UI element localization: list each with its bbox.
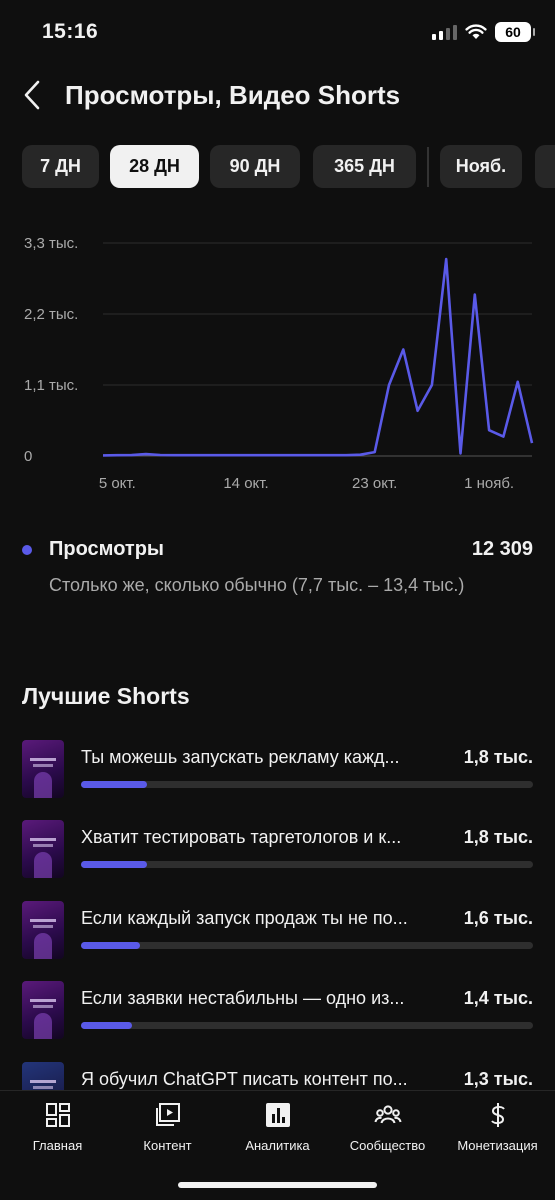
short-item[interactable]: Хватит тестировать таргетологов и к... 1… bbox=[0, 818, 555, 888]
short-title: Хватит тестировать таргетологов и к... bbox=[81, 827, 402, 847]
short-title: Если каждый запуск продаж ты не по... bbox=[81, 908, 408, 928]
section-title: Лучшие Shorts bbox=[22, 683, 190, 709]
views-chart: 3,3 тыс. 2,2 тыс. 1,1 тыс. 0 5 окт. 14 о… bbox=[0, 225, 555, 500]
chip-7-days[interactable]: 7 ДН bbox=[22, 145, 99, 188]
signal-icon bbox=[432, 24, 457, 40]
short-item[interactable]: Если каждый запуск продаж ты не по... 1,… bbox=[0, 899, 555, 969]
short-title: Если заявки нестабильны — одно из... bbox=[81, 988, 405, 1008]
page-title: Просмотры, Видео Shorts bbox=[65, 80, 401, 110]
nav-label: Монетизация bbox=[457, 1138, 538, 1153]
legend-dot bbox=[22, 545, 32, 555]
short-title: Ты можешь запускать рекламу кажд... bbox=[81, 747, 400, 767]
top-shorts-list: Ты можешь запускать рекламу кажд... 1,8 … bbox=[0, 738, 555, 1090]
x-tick-label: 1 нояб. bbox=[464, 475, 515, 492]
progress-track bbox=[81, 781, 533, 788]
chip-90-days[interactable]: 90 ДН bbox=[210, 145, 300, 188]
analytics-icon bbox=[265, 1103, 290, 1127]
short-item[interactable]: Я обучил ChatGPT писать контент по... 1,… bbox=[0, 1060, 555, 1090]
metric-name: Просмотры bbox=[49, 538, 165, 560]
screen: 15:16 60 Просмотры, Видео Shorts 7 ДН 28… bbox=[0, 0, 555, 1200]
nav-label: Главная bbox=[32, 1138, 83, 1153]
short-thumbnail bbox=[22, 820, 64, 878]
chip-28-days[interactable]: 28 ДН bbox=[110, 145, 199, 188]
metric-note: Столько же, сколько обычно (7,7 тыс. – 1… bbox=[49, 575, 465, 595]
chip-divider bbox=[427, 147, 429, 187]
short-thumbnail bbox=[22, 740, 64, 798]
short-item[interactable]: Ты можешь запускать рекламу кажд... 1,8 … bbox=[0, 738, 555, 808]
chip-365-days[interactable]: 365 ДН bbox=[313, 145, 416, 188]
progress-fill bbox=[81, 1022, 133, 1029]
series-line bbox=[102, 257, 534, 457]
short-thumbnail bbox=[22, 901, 64, 959]
short-views: 1,3 тыс. bbox=[463, 1069, 533, 1089]
chip-more[interactable] bbox=[535, 145, 555, 188]
nav-label: Сообщество bbox=[349, 1138, 426, 1153]
back-arrow-icon[interactable] bbox=[18, 78, 48, 112]
nav-item-community[interactable]: Сообщество bbox=[332, 1101, 443, 1153]
nav-item-monetization[interactable]: Монетизация bbox=[442, 1101, 553, 1153]
community-icon bbox=[374, 1105, 401, 1124]
progress-track bbox=[81, 1022, 533, 1029]
battery-icon: 60 bbox=[495, 22, 535, 42]
dollar-icon bbox=[490, 1103, 505, 1127]
progress-track bbox=[81, 942, 533, 949]
x-tick-label: 14 окт. bbox=[223, 475, 269, 492]
progress-track bbox=[81, 861, 533, 868]
progress-fill bbox=[81, 942, 140, 949]
content-icon bbox=[155, 1103, 180, 1126]
nav-item-analytics[interactable]: Аналитика bbox=[222, 1101, 333, 1153]
short-item[interactable]: Если заявки нестабильны — одно из... 1,4… bbox=[0, 979, 555, 1049]
short-views: 1,6 тыс. bbox=[463, 908, 533, 928]
status-time: 15:16 bbox=[42, 20, 99, 43]
short-thumbnail bbox=[22, 1062, 64, 1090]
metric-value: 12 309 bbox=[471, 538, 533, 560]
metric-summary: Просмотры 12 309 Столько же, сколько обы… bbox=[0, 535, 555, 605]
period-chips: 7 ДН 28 ДН 90 ДН 365 ДН Нояб. bbox=[22, 145, 555, 188]
short-thumbnail bbox=[22, 981, 64, 1039]
x-tick-label: 23 окт. bbox=[352, 475, 398, 492]
progress-fill bbox=[81, 781, 148, 788]
header: Просмотры, Видео Shorts bbox=[0, 66, 555, 126]
short-views: 1,4 тыс. bbox=[463, 988, 533, 1008]
wifi-icon bbox=[465, 24, 487, 39]
dashboard-icon bbox=[45, 1103, 70, 1127]
progress-fill bbox=[81, 861, 148, 868]
status-icons: 60 bbox=[432, 22, 535, 42]
status-bar: 15:16 60 bbox=[0, 0, 555, 66]
nav-item-content[interactable]: Контент bbox=[112, 1101, 223, 1153]
short-title: Я обучил ChatGPT писать контент по... bbox=[81, 1069, 408, 1089]
home-indicator bbox=[178, 1182, 377, 1188]
short-views: 1,8 тыс. bbox=[463, 747, 533, 767]
x-tick-label: 5 окт. bbox=[98, 475, 136, 492]
chart-plot bbox=[102, 242, 534, 457]
short-views: 1,8 тыс. bbox=[463, 827, 533, 847]
nav-item-dashboard[interactable]: Главная bbox=[2, 1101, 113, 1153]
nav-label: Контент bbox=[143, 1138, 192, 1153]
chip-november[interactable]: Нояб. bbox=[440, 145, 522, 188]
nav-label: Аналитика bbox=[245, 1138, 310, 1153]
